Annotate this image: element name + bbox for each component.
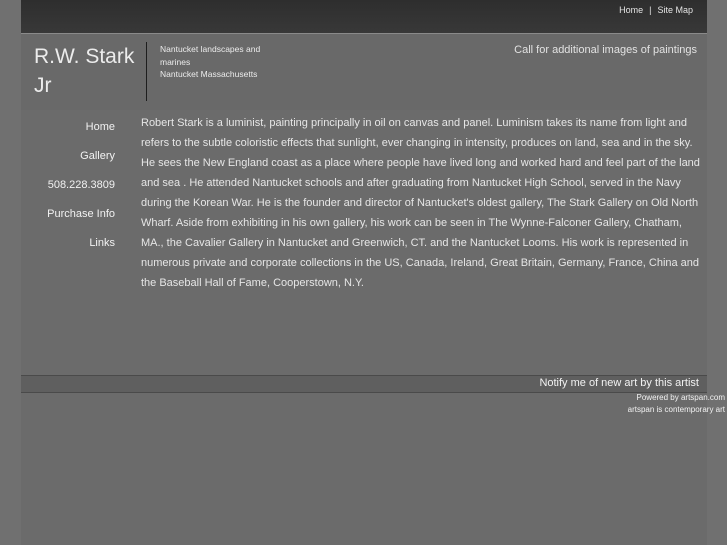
site-tagline: Nantucket landscapes and marines Nantuck… [160,43,290,81]
powered-by-link[interactable]: Powered by artspan.com [628,392,726,404]
footer-bar: Notify me of new art by this artist [21,375,707,393]
top-nav-home-link[interactable]: Home [619,5,643,15]
site-header: R.W. Stark Jr Nantucket landscapes and m… [21,34,707,110]
top-nav: Home | Site Map [619,5,693,15]
sidebar-item-gallery[interactable]: Gallery [80,150,115,162]
artist-bio: Robert Stark is a luminist, painting pri… [141,117,700,289]
sidebar-item-links[interactable]: Links [89,237,115,249]
tagline-line-2: marines [160,56,191,67]
title-divider [146,42,147,101]
site-title[interactable]: R.W. Stark Jr [34,42,146,100]
top-nav-separator: | [649,5,652,15]
artspan-tagline-link[interactable]: artspan is contemporary art [628,404,725,416]
top-bar: Home | Site Map [21,0,707,34]
page: Home | Site Map R.W. Stark Jr Nantucket la… [0,0,727,545]
tagline-line-1: Nantucket landscapes and [160,44,261,54]
sidebar-item-purchase-info[interactable]: Purchase Info [47,208,115,220]
notify-new-art-link[interactable]: Notify me of new art by this artist [539,377,699,389]
site-frame: Home | Site Map R.W. Stark Jr Nantucket la… [21,0,707,545]
top-nav-sitemap-link[interactable]: Site Map [657,5,693,15]
sidebar-item-phone[interactable]: 508.228.3809 [48,179,115,191]
sidebar-item-home[interactable]: Home [86,121,115,133]
call-for-images-text: Call for additional images of paintings [514,44,697,56]
tagline-line-3: Nantucket Massachusetts [160,69,258,79]
powered-by-block: Powered by artspan.com artspan is contem… [628,392,725,416]
